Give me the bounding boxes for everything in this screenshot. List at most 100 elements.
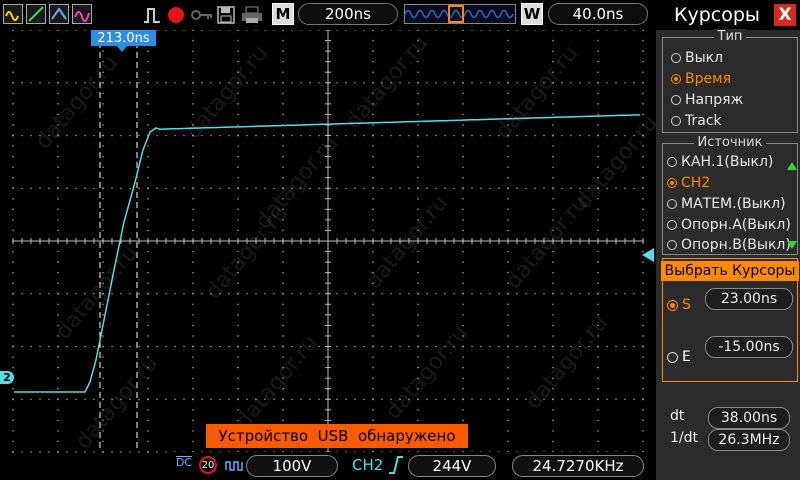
cursor-e-option[interactable]: E (667, 349, 691, 365)
grid-dot (534, 187, 536, 190)
grid-dot (93, 292, 95, 295)
source-option-ref-a[interactable]: Опорн.A(Выкл) (667, 217, 791, 233)
type-option-time[interactable]: Время (671, 71, 731, 87)
grid-dot (264, 187, 266, 190)
mode-m-button[interactable]: M (272, 3, 294, 25)
print-icon[interactable] (240, 3, 264, 26)
grid-dot (552, 324, 554, 327)
trigger-level-marker[interactable] (642, 248, 654, 262)
grid-dot (642, 145, 644, 147)
type-option-track[interactable]: Track (671, 113, 722, 129)
grid-dot (507, 176, 509, 179)
ramp-icon[interactable] (49, 4, 69, 24)
grid-dot (174, 134, 176, 137)
source-option-ch1[interactable]: КАН.1(Выкл) (667, 154, 773, 170)
grid-dot (138, 292, 140, 295)
pulse-icon[interactable] (142, 3, 162, 26)
close-button[interactable]: X (774, 4, 796, 26)
grid-dot (165, 345, 167, 348)
grid-dot (183, 134, 185, 137)
grid-dot (138, 187, 140, 190)
source-option-ch2[interactable]: CH2 (667, 175, 710, 191)
grid-dot (462, 303, 464, 306)
grid-dot (597, 92, 599, 95)
grid-dot (597, 282, 599, 285)
grid-dot (507, 208, 509, 211)
grid-dot (525, 292, 527, 295)
math-icon[interactable] (72, 4, 92, 24)
grid-dot (417, 208, 419, 211)
grid-dot (372, 92, 374, 95)
grid-dot (102, 303, 104, 306)
grid-dot (390, 398, 392, 401)
grid-dot (552, 219, 554, 221)
window-time-display[interactable]: 40.0ns (548, 3, 648, 25)
grid-dot (282, 345, 284, 348)
grid-dot (21, 187, 23, 190)
grid-dot (183, 398, 185, 401)
grid-dot (192, 366, 194, 369)
grid-dot (417, 155, 419, 158)
waveform-icon[interactable] (3, 4, 23, 24)
grid-dot (354, 398, 356, 401)
grid-dot (237, 113, 239, 116)
grid-dot (39, 81, 41, 84)
cursor-s-value[interactable]: 23.00ns (705, 288, 793, 310)
grid-dot (597, 71, 599, 73)
timebase-display[interactable]: 200ns (298, 3, 398, 25)
channel-volts-display[interactable]: 100V (246, 455, 338, 477)
grid-dot (201, 134, 203, 137)
save-icon[interactable] (216, 3, 236, 26)
grid-dot (192, 166, 194, 168)
grid-dot (147, 155, 149, 158)
grid-dot (237, 219, 239, 221)
grid-dot (624, 292, 626, 295)
mode-w-button[interactable]: W (521, 3, 543, 25)
grid-dot (336, 81, 338, 84)
grid-dot (174, 187, 176, 190)
rising-edge-icon (388, 455, 404, 479)
record-icon[interactable] (166, 3, 186, 26)
source-option-math[interactable]: МАТЕМ.(Выкл) (667, 196, 786, 212)
grid-dot (552, 356, 554, 358)
grid-dot (507, 314, 509, 316)
grid-dot (237, 314, 239, 316)
memory-window-bar[interactable] (404, 4, 516, 24)
trigger-level-display[interactable]: 244V (408, 455, 496, 477)
grid-dot (12, 282, 14, 285)
grid-dot (282, 208, 284, 211)
grid-dot (552, 409, 554, 411)
grid-dot (282, 187, 284, 190)
grid-dot (93, 187, 95, 190)
grid-dot (75, 345, 77, 348)
grid-dot (12, 103, 14, 105)
grid-dot (372, 409, 374, 411)
grid-dot (462, 398, 464, 401)
source-option-ref-b[interactable]: Опорн.B(Выкл) (667, 237, 793, 253)
grid-dot (102, 92, 104, 95)
grid-dot (156, 345, 158, 348)
usb-detected-message: Устройство USB обнаружено (206, 424, 468, 448)
type-option-voltage[interactable]: Напряж (671, 92, 743, 108)
type-option-off[interactable]: Выкл (671, 50, 723, 66)
grid-dot (84, 81, 86, 84)
grid-dot (597, 250, 599, 253)
grid-dot (147, 261, 149, 263)
grid-dot (57, 229, 59, 232)
cursor-s-option[interactable]: S (667, 297, 691, 313)
grid-dot (147, 324, 149, 327)
grid-dot (84, 345, 86, 348)
grid-dot (255, 134, 257, 137)
grid-dot (570, 134, 572, 137)
bw-limit-badge[interactable]: 20 (199, 456, 217, 474)
scroll-down-icon[interactable] (787, 240, 797, 250)
grid-dot (372, 145, 374, 147)
channel-2-marker[interactable]: 2 (0, 371, 14, 384)
grid-dot (282, 335, 284, 337)
scroll-up-icon[interactable] (787, 161, 797, 171)
key-icon[interactable] (190, 3, 214, 26)
cursor-e-value[interactable]: -15.00ns (705, 336, 793, 358)
grid-dot (48, 398, 50, 401)
line-icon[interactable] (26, 4, 46, 24)
grid-dot (462, 81, 464, 84)
